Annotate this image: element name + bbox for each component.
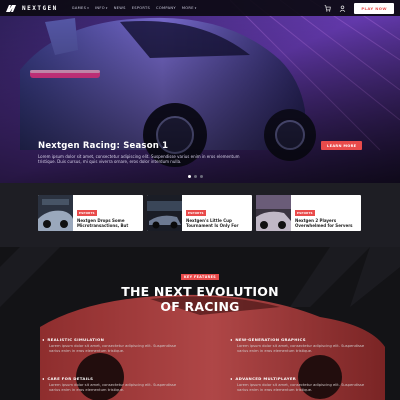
- slider-dots: [188, 175, 203, 178]
- news-thumbnail: [147, 195, 182, 231]
- features-title-line1: THE NEXT EVOLUTION: [121, 284, 279, 299]
- feature-description: Lorem ipsum dolor sit amet, consectetur …: [49, 344, 177, 353]
- triangle-icon: ◂: [230, 337, 233, 342]
- nav-item-games[interactable]: GAMES ▾: [72, 6, 89, 10]
- nav-item-label: ESPORTS: [131, 6, 151, 10]
- nav-item-company[interactable]: COMPANY: [156, 6, 176, 10]
- category-badge: ESPORTS: [186, 210, 206, 216]
- feature-title: CARE FOR DETAILS: [47, 376, 94, 381]
- news-card[interactable]: ESPORTS Nextgen's Little Cup Tournament …: [147, 195, 252, 231]
- slider-dot-1[interactable]: [188, 175, 191, 178]
- news-card[interactable]: ESPORTS Nextgen Drops Some Microtransact…: [38, 195, 143, 231]
- key-features-badge: KEY FEATURES: [181, 274, 220, 280]
- feature-heading: ◂ REALISTIC SIMULATION: [42, 337, 177, 342]
- nav-item-label: INFO: [95, 6, 105, 10]
- news-card-title: Nextgen's Little Cup Tournament Is Only …: [186, 218, 239, 228]
- feature-heading: ◂ CARE FOR DETAILS: [42, 376, 177, 381]
- feature-heading: ◂ ADVANCED MULTIPLAYER: [230, 376, 365, 381]
- news-card[interactable]: ESPORTS Nextgen 2 Players Overwhelmed fo…: [256, 195, 361, 231]
- news-card-body: ESPORTS Nextgen Drops Some Microtransact…: [73, 195, 143, 231]
- feature-item-advanced-multiplayer: ◂ ADVANCED MULTIPLAYER Lorem ipsum dolor …: [230, 376, 365, 393]
- nav-item-label: GAMES: [71, 6, 87, 10]
- triangle-icon: ◂: [230, 376, 233, 381]
- news-strip: ESPORTS Nextgen Drops Some Microtransact…: [0, 183, 400, 247]
- news-card-title: Nextgen 2 Players Overwhelmed for Server…: [295, 218, 353, 228]
- learn-more-button[interactable]: LEARN MORE: [321, 141, 363, 150]
- triangle-icon: ◂: [42, 376, 45, 381]
- feature-description: Lorem ipsum dolor sit amet, consectetur …: [237, 344, 365, 353]
- nav-item-label: COMPANY: [156, 6, 176, 10]
- features-section: KEY FEATURES THE NEXT EVOLUTION OF RACIN…: [0, 247, 400, 400]
- news-card-title: Nextgen Drops Some Microtransactions, Bu…: [77, 218, 129, 228]
- play-now-button[interactable]: PLAY NOW: [354, 2, 394, 14]
- feature-item-realistic-simulation: ◂ REALISTIC SIMULATION Lorem ipsum dolor …: [42, 337, 177, 354]
- feature-item-new-generation-graphics: ◂ NEW-GENERATION GRAPHICS Lorem ipsum dol…: [230, 337, 365, 354]
- nav-item-label: MORE: [181, 6, 194, 10]
- nav-item-info[interactable]: INFO ▾: [95, 6, 108, 10]
- nextgen-logo-icon[interactable]: [6, 4, 16, 12]
- brand-wordmark[interactable]: NEXTGEN: [22, 5, 58, 12]
- feature-title: ADVANCED MULTIPLAYER: [235, 376, 297, 381]
- feature-item-care-for-details: ◂ CARE FOR DETAILS Lorem ipsum dolor sit …: [42, 376, 177, 393]
- chevron-down-icon: ▾: [105, 6, 108, 10]
- news-thumbnail: [256, 195, 291, 231]
- chevron-down-icon: ▾: [87, 6, 90, 10]
- cart-icon[interactable]: [324, 4, 332, 12]
- feature-title: NEW-GENERATION GRAPHICS: [235, 337, 306, 342]
- nav-item-news[interactable]: NEWS: [114, 6, 126, 10]
- nav-item-label: NEWS: [113, 6, 126, 10]
- slider-dot-2[interactable]: [194, 175, 197, 178]
- hero-title: Nextgen Racing: Season 1: [38, 141, 169, 151]
- news-card-body: ESPORTS Nextgen 2 Players Overwhelmed fo…: [291, 195, 361, 231]
- hero-section: Nextgen Racing: Season 1 Lorem ipsum dol…: [0, 0, 400, 183]
- nav-actions: PLAY NOW: [324, 2, 394, 14]
- feature-heading: ◂ NEW-GENERATION GRAPHICS: [230, 337, 365, 342]
- nav-menu: GAMES ▾ INFO ▾ NEWS ESPORTS COMPANY MORE ▾: [72, 6, 197, 10]
- category-badge: ESPORTS: [295, 210, 315, 216]
- features-title-line2: OF RACING: [160, 299, 240, 314]
- feature-description: Lorem ipsum dolor sit amet, consectetur …: [49, 383, 177, 392]
- nav-item-esports[interactable]: ESPORTS: [132, 6, 150, 10]
- nav-item-more[interactable]: MORE ▾: [182, 6, 197, 10]
- page: Nextgen Racing: Season 1 Lorem ipsum dol…: [0, 0, 400, 400]
- chevron-down-icon: ▾: [194, 6, 197, 10]
- slider-dot-3[interactable]: [200, 175, 203, 178]
- user-icon[interactable]: [339, 5, 346, 12]
- top-navigation: NEXTGEN GAMES ▾ INFO ▾ NEWS ESPORTS COMPAN…: [0, 0, 400, 16]
- category-badge: ESPORTS: [77, 210, 97, 216]
- triangle-icon: ◂: [42, 337, 45, 342]
- news-card-body: ESPORTS Nextgen's Little Cup Tournament …: [182, 195, 252, 231]
- news-thumbnail: [38, 195, 73, 231]
- feature-title: REALISTIC SIMULATION: [47, 337, 105, 342]
- hero-description: Lorem ipsum dolor sit amet, consectetur …: [38, 154, 240, 165]
- feature-description: Lorem ipsum dolor sit amet, consectetur …: [237, 383, 365, 392]
